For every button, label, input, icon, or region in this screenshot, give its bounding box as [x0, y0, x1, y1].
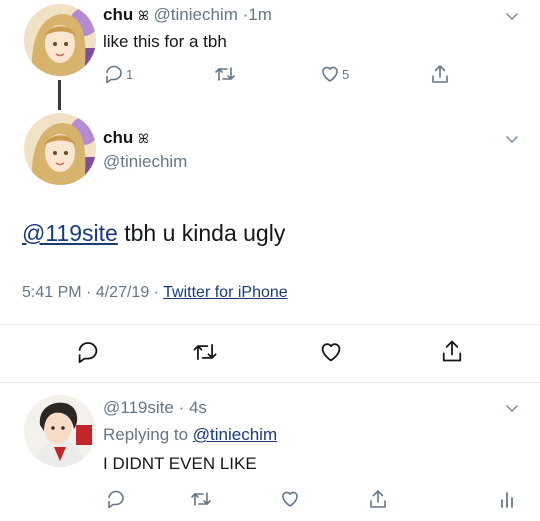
analytics-icon — [498, 489, 516, 509]
share-icon — [440, 338, 464, 364]
reply-icon — [106, 489, 126, 509]
retweet-icon — [192, 340, 218, 364]
display-name[interactable]: chu — [103, 5, 133, 24]
reply-header: @119site · 4s — [103, 398, 207, 418]
heart-icon — [320, 64, 340, 84]
name-emoji: ꕤ — [137, 8, 149, 23]
replying-to-label: Replying to — [103, 425, 193, 444]
retweet-button[interactable] — [192, 340, 218, 364]
more-menu-button[interactable] — [504, 133, 520, 145]
reply-count: 1 — [126, 66, 134, 82]
retweet-button[interactable] — [214, 64, 236, 84]
tweet-time: 5:41 PM — [22, 284, 82, 301]
avatar-chu[interactable] — [24, 113, 96, 185]
avatar-119site[interactable] — [24, 395, 96, 467]
display-name: chu — [103, 128, 134, 147]
handle[interactable]: @tiniechim — [154, 5, 238, 24]
separator: · — [86, 284, 92, 301]
separator: · — [153, 284, 159, 301]
replying-to: Replying to @tiniechim — [103, 425, 277, 445]
more-menu-button[interactable] — [504, 10, 520, 22]
chevron-down-icon — [504, 402, 520, 414]
chevron-down-icon — [504, 10, 520, 22]
handle[interactable]: @119site — [103, 398, 174, 417]
retweet-icon — [190, 489, 212, 509]
heart-icon — [318, 340, 344, 364]
divider — [0, 324, 540, 325]
timestamp[interactable]: 1m — [248, 5, 272, 24]
main-tweet-handle[interactable]: @tiniechim — [103, 152, 187, 172]
like-count: 5 — [342, 66, 350, 82]
divider — [0, 382, 540, 383]
more-menu-button[interactable] — [504, 402, 520, 414]
tweet-body: tbh u kinda ugly — [117, 220, 286, 246]
share-icon — [368, 488, 388, 510]
tweet-source-link[interactable]: Twitter for iPhone — [163, 284, 288, 301]
avatar-chu[interactable] — [24, 4, 96, 76]
share-button[interactable] — [440, 338, 464, 364]
reply-button[interactable] — [106, 489, 126, 509]
tweet-1-text: like this for a tbh — [103, 32, 227, 51]
replying-to-link[interactable]: @tiniechim — [193, 425, 277, 444]
main-tweet-text: @119site tbh u kinda ugly — [22, 220, 285, 247]
reply-text: I DIDNT EVEN LIKE — [103, 454, 257, 473]
retweet-button[interactable] — [190, 489, 212, 509]
reply-button[interactable]: 1 — [104, 64, 133, 84]
share-icon — [430, 63, 450, 85]
thread-connector — [58, 80, 61, 110]
timestamp[interactable]: 4s — [189, 398, 207, 417]
name-emoji: ꕤ — [137, 131, 149, 146]
like-button[interactable] — [280, 489, 300, 509]
main-tweet-name[interactable]: chu ꕤ — [103, 128, 149, 148]
share-button[interactable] — [430, 63, 450, 85]
analytics-button[interactable] — [498, 489, 516, 509]
tweet-date: 4/27/19 — [95, 284, 150, 301]
reply-button[interactable] — [76, 340, 100, 364]
tweet-1-header: chu ꕤ @tiniechim ·1m — [103, 5, 272, 25]
reply-icon — [104, 64, 124, 84]
retweet-icon — [214, 64, 236, 84]
like-button[interactable] — [318, 340, 344, 364]
separator: · — [178, 398, 185, 417]
tweet-meta: 5:41 PM · 4/27/19 · Twitter for iPhone — [22, 284, 288, 302]
heart-icon — [280, 489, 300, 509]
like-button[interactable]: 5 — [320, 64, 349, 84]
chevron-down-icon — [504, 133, 520, 145]
mention-link[interactable]: @119site — [22, 220, 118, 246]
share-button[interactable] — [368, 488, 388, 510]
reply-icon — [76, 340, 100, 364]
